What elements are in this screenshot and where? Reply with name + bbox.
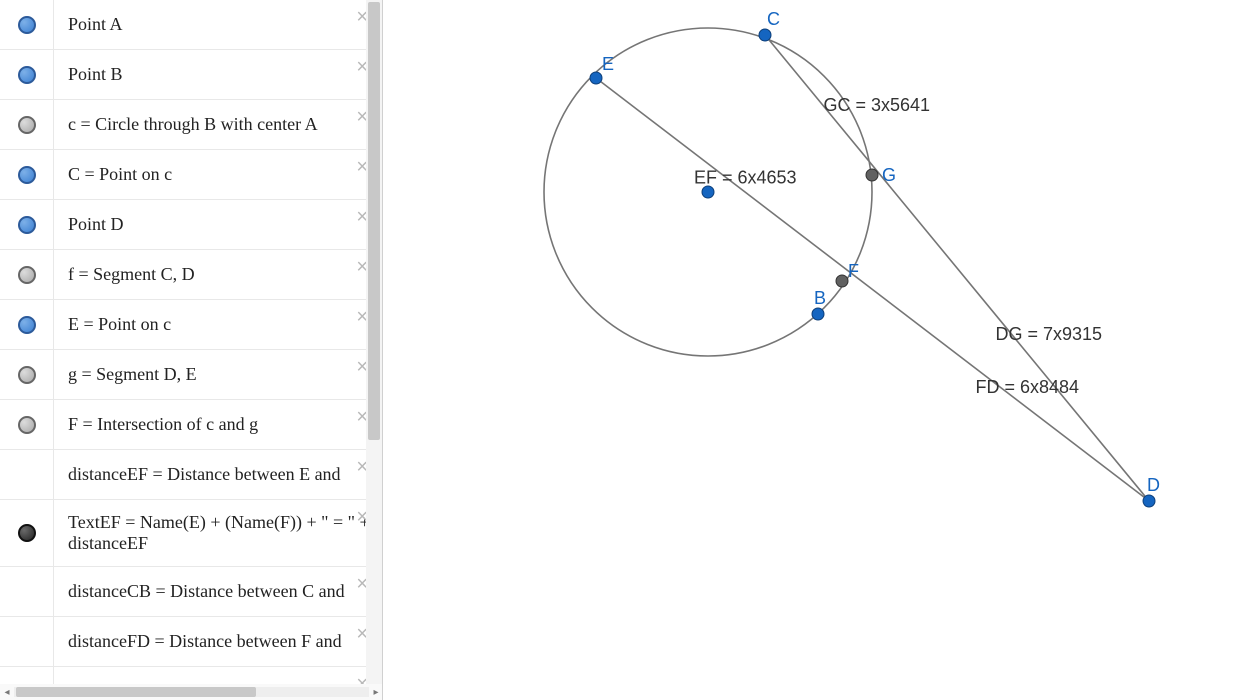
- algebra-row[interactable]: g = Segment D, E×: [0, 350, 382, 400]
- visibility-toggle[interactable]: [0, 617, 54, 666]
- algebra-row[interactable]: distanceCB = Distance between C and×: [0, 567, 382, 617]
- visibility-toggle[interactable]: [0, 50, 54, 99]
- definition-text[interactable]: distanceFD = Distance between F and: [54, 619, 382, 664]
- segment-g[interactable]: [596, 78, 1149, 501]
- visibility-toggle[interactable]: [0, 567, 54, 616]
- visibility-toggle[interactable]: [0, 450, 54, 499]
- visibility-toggle[interactable]: [0, 200, 54, 249]
- visibility-dot-icon[interactable]: [18, 66, 36, 84]
- visibility-toggle[interactable]: [0, 350, 54, 399]
- hscroll-thumb[interactable]: [16, 687, 256, 697]
- visibility-dot-icon[interactable]: [18, 366, 36, 384]
- label-C: C: [767, 9, 780, 29]
- definition-text[interactable]: TextEF = Name(E) + (Name(F)) + " = " + d…: [54, 500, 382, 566]
- visibility-toggle[interactable]: [0, 0, 54, 49]
- visibility-toggle[interactable]: [0, 400, 54, 449]
- point-B[interactable]: [812, 308, 824, 320]
- definition-text[interactable]: C = Point on c: [54, 152, 382, 197]
- visibility-dot-icon[interactable]: [18, 524, 36, 542]
- point-C[interactable]: [759, 29, 771, 41]
- algebra-list[interactable]: Point A×Point B×c = Circle through B wit…: [0, 0, 382, 700]
- definition-text[interactable]: g = Segment D, E: [54, 352, 382, 397]
- label-F: F: [848, 261, 859, 281]
- visibility-dot-icon[interactable]: [18, 316, 36, 334]
- definition-text[interactable]: f = Segment C, D: [54, 252, 382, 297]
- visibility-toggle[interactable]: [0, 500, 54, 566]
- visibility-dot-icon[interactable]: [18, 166, 36, 184]
- measure-DG: DG = 7x9315: [996, 324, 1103, 344]
- algebra-row[interactable]: TextEF = Name(E) + (Name(F)) + " = " + d…: [0, 500, 382, 567]
- algebra-row[interactable]: Point B×: [0, 50, 382, 100]
- label-G: G: [882, 165, 896, 185]
- point-G[interactable]: [866, 169, 878, 181]
- algebra-row[interactable]: Point D×: [0, 200, 382, 250]
- definition-text[interactable]: distanceEF = Distance between E and: [54, 452, 382, 497]
- algebra-row[interactable]: f = Segment C, D×: [0, 250, 382, 300]
- measure-FD: FD = 6x8484: [976, 377, 1080, 397]
- algebra-row[interactable]: F = Intersection of c and g×: [0, 400, 382, 450]
- definition-text[interactable]: E = Point on c: [54, 302, 382, 347]
- definition-text[interactable]: distanceCB = Distance between C and: [54, 569, 382, 614]
- graphics-view[interactable]: B C D E F G EF = 6x4653 GC = 3x5641 DG = 7x9315 F…: [383, 0, 1244, 700]
- visibility-toggle[interactable]: [0, 150, 54, 199]
- point-A[interactable]: [702, 186, 714, 198]
- hscroll-track[interactable]: [14, 687, 369, 697]
- algebra-row[interactable]: E = Point on c×: [0, 300, 382, 350]
- visibility-dot-icon[interactable]: [18, 216, 36, 234]
- hscroll-right-button[interactable]: ▸: [369, 685, 383, 699]
- label-B: B: [814, 288, 826, 308]
- algebra-row[interactable]: C = Point on c×: [0, 150, 382, 200]
- definition-text[interactable]: Point B: [54, 52, 382, 97]
- measure-GC: GC = 3x5641: [824, 95, 931, 115]
- definition-text[interactable]: Point A: [54, 2, 382, 47]
- app-root: Point A×Point B×c = Circle through B wit…: [0, 0, 1244, 700]
- visibility-toggle[interactable]: [0, 250, 54, 299]
- definition-text[interactable]: Point D: [54, 202, 382, 247]
- algebra-row[interactable]: distanceFD = Distance between F and×: [0, 617, 382, 667]
- visibility-dot-icon[interactable]: [18, 16, 36, 34]
- visibility-toggle[interactable]: [0, 100, 54, 149]
- algebra-horizontal-scrollbar[interactable]: ◂ ▸: [0, 684, 383, 700]
- visibility-dot-icon[interactable]: [18, 116, 36, 134]
- point-D[interactable]: [1143, 495, 1155, 507]
- point-F[interactable]: [836, 275, 848, 287]
- label-D: D: [1147, 475, 1160, 495]
- hscroll-left-button[interactable]: ◂: [0, 685, 14, 699]
- graphics-svg[interactable]: B C D E F G EF = 6x4653 GC = 3x5641 DG = 7x9315 F…: [383, 0, 1244, 700]
- visibility-toggle[interactable]: [0, 300, 54, 349]
- definition-text[interactable]: F = Intersection of c and g: [54, 402, 382, 447]
- label-E: E: [602, 54, 614, 74]
- visibility-dot-icon[interactable]: [18, 416, 36, 434]
- algebra-panel: Point A×Point B×c = Circle through B wit…: [0, 0, 383, 700]
- algebra-vertical-scrollbar[interactable]: [366, 0, 382, 700]
- definition-text[interactable]: c = Circle through B with center A: [54, 102, 382, 147]
- algebra-row[interactable]: Point A×: [0, 0, 382, 50]
- measure-EF: EF = 6x4653: [694, 168, 797, 188]
- point-E[interactable]: [590, 72, 602, 84]
- algebra-row[interactable]: distanceEF = Distance between E and×: [0, 450, 382, 500]
- algebra-row[interactable]: c = Circle through B with center A×: [0, 100, 382, 150]
- visibility-dot-icon[interactable]: [18, 266, 36, 284]
- algebra-vertical-scrollbar-thumb[interactable]: [368, 2, 380, 440]
